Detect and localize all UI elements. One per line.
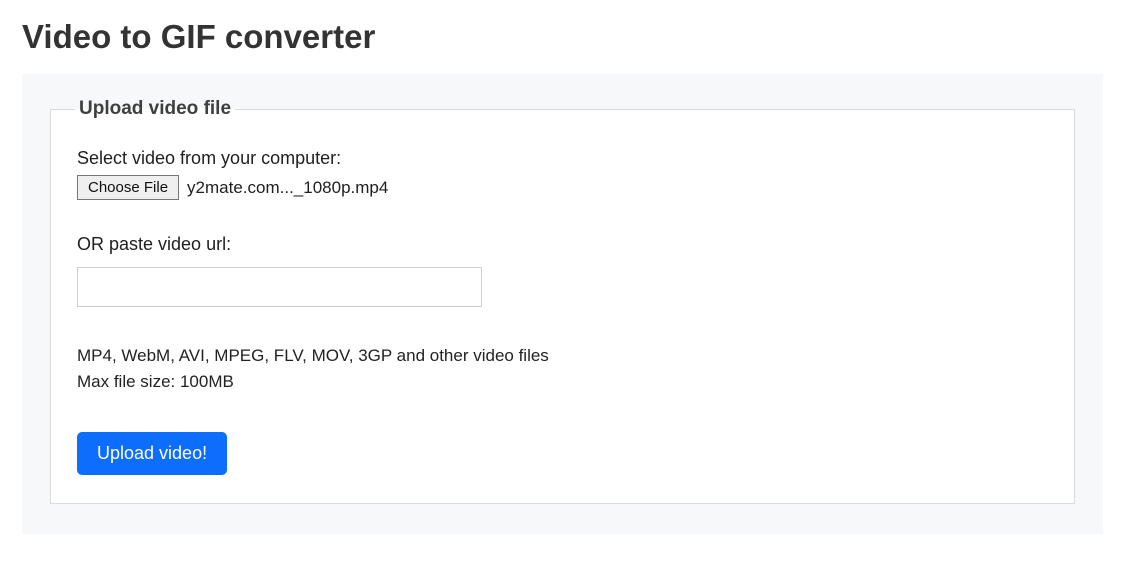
select-video-label: Select video from your computer: [77, 148, 1048, 169]
upload-fieldset: Upload video file Select video from your… [50, 98, 1075, 504]
upload-legend: Upload video file [75, 98, 235, 120]
selected-file-name: y2mate.com..._1080p.mp4 [187, 178, 388, 198]
max-size-text: Max file size: 100MB [77, 369, 1048, 395]
main-panel: Upload video file Select video from your… [22, 74, 1103, 534]
video-url-input[interactable] [77, 267, 482, 307]
upload-video-button[interactable]: Upload video! [77, 432, 227, 475]
file-chooser-row: Choose File y2mate.com..._1080p.mp4 [77, 175, 1048, 200]
page-title: Video to GIF converter [22, 18, 1103, 56]
choose-file-button[interactable]: Choose File [77, 175, 179, 200]
supported-formats-text: MP4, WebM, AVI, MPEG, FLV, MOV, 3GP and … [77, 343, 1048, 369]
url-label: OR paste video url: [77, 234, 1048, 255]
